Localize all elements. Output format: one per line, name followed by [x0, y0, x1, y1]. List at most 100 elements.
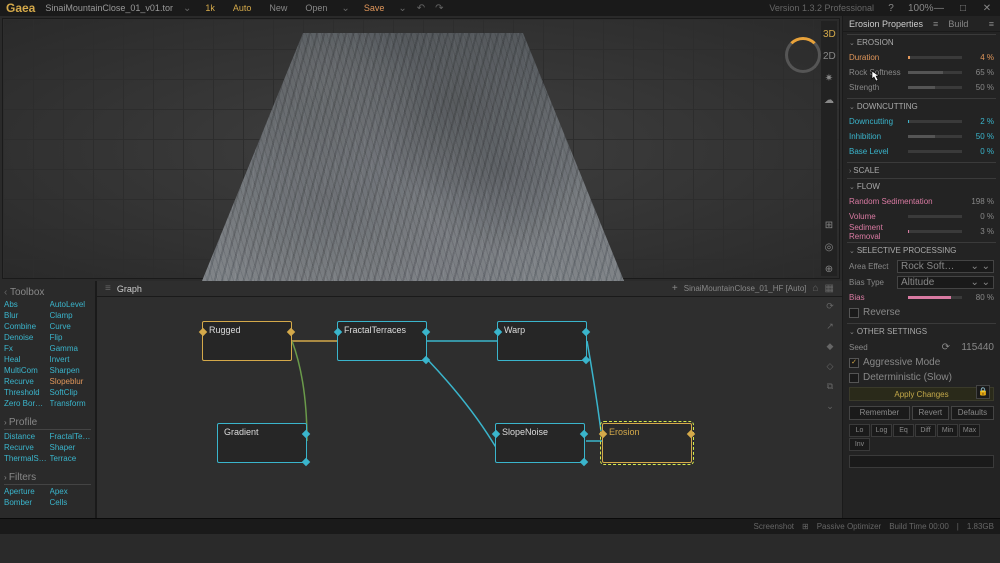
param-downcutting[interactable]: Downcutting: [849, 117, 904, 126]
toolbox-item[interactable]: Transform: [50, 399, 92, 409]
grid-toggle-button[interactable]: ⊞: [823, 220, 835, 232]
toolbox-item[interactable]: AutoLevel: [50, 300, 92, 310]
node-slopenoise[interactable]: SlopeNoise: [495, 423, 585, 463]
node-fractalterraces[interactable]: FractalTerraces: [337, 321, 427, 361]
param-baselevel[interactable]: Base Level: [849, 147, 904, 156]
toolbox-item[interactable]: Cells: [50, 498, 92, 508]
toolbox-item[interactable]: Distance: [4, 432, 46, 442]
param-rocksoftness[interactable]: Rock Softness: [849, 68, 904, 77]
redo-icon[interactable]: ↷: [435, 3, 443, 14]
mini-button-log[interactable]: Log: [871, 424, 892, 437]
list-icon[interactable]: ≡: [989, 19, 994, 29]
remember-button[interactable]: Remember: [849, 406, 910, 420]
section-other[interactable]: OTHER SETTINGS: [847, 323, 996, 339]
undo-icon[interactable]: ↶: [417, 3, 425, 14]
toolbox-item[interactable]: Terrace: [50, 454, 92, 464]
graph-tool-down[interactable]: ⌄: [824, 401, 836, 413]
toolbox-item[interactable]: Fx: [4, 344, 46, 354]
toolbox-item[interactable]: Heal: [4, 355, 46, 365]
param-volume[interactable]: Volume: [849, 212, 904, 221]
caret-icon[interactable]: ⌄: [183, 3, 191, 14]
maximize-button[interactable]: □: [956, 3, 970, 14]
graph-crumb[interactable]: SinaiMountainClose_01_HF [Auto]: [684, 284, 807, 293]
toolbox-item[interactable]: Slopeblur: [50, 377, 92, 387]
defaults-button[interactable]: Defaults: [951, 406, 994, 420]
new-button[interactable]: New: [265, 3, 291, 13]
screenshot-button[interactable]: Screenshot: [754, 522, 794, 531]
dropdown-areaeffect[interactable]: Rock Soft…⌄ ⌄: [897, 260, 994, 273]
toolbox-item[interactable]: SoftClip: [50, 388, 92, 398]
toolbox-item[interactable]: Curve: [50, 322, 92, 332]
zoom-label[interactable]: 100%: [908, 3, 922, 14]
seed-value[interactable]: 115440: [954, 342, 994, 353]
toolbox-item[interactable]: Threshold: [4, 388, 46, 398]
toolbox-item[interactable]: Sharpen: [50, 366, 92, 376]
node-graph[interactable]: ≡ Graph + SinaiMountainClose_01_HF [Auto…: [96, 281, 842, 518]
toolbox-item[interactable]: Denoise: [4, 333, 46, 343]
profile-section[interactable]: › Profile: [4, 417, 91, 430]
filters-section[interactable]: › Filters: [4, 472, 91, 485]
light-button[interactable]: ✷: [823, 73, 835, 85]
checkbox-aggressive[interactable]: ✓: [849, 358, 859, 368]
param-bias[interactable]: Bias: [849, 293, 904, 302]
toolbox-item[interactable]: Flip: [50, 333, 92, 343]
optimizer-label[interactable]: Passive Optimizer: [817, 522, 881, 531]
node-warp[interactable]: Warp: [497, 321, 587, 361]
param-sedrem[interactable]: Sediment Removal: [849, 223, 904, 241]
section-erosion[interactable]: EROSION: [847, 34, 996, 50]
randomize-icon[interactable]: ⟳: [942, 342, 950, 353]
graph-tool-out[interactable]: ↗: [824, 321, 836, 333]
node-gradient[interactable]: Gradient: [217, 423, 307, 463]
slider-empty[interactable]: [849, 455, 994, 468]
toolbox-item[interactable]: Bomber: [4, 498, 46, 508]
toolbox-item[interactable]: MultiCom: [4, 366, 46, 376]
graph-tool-sel[interactable]: ◇: [824, 361, 836, 373]
toolbox-item[interactable]: Abs: [4, 300, 46, 310]
param-inhibition[interactable]: Inhibition: [849, 132, 904, 141]
camera-button[interactable]: ◎: [823, 242, 835, 254]
lock-icon[interactable]: 🔒: [976, 385, 990, 399]
param-strength[interactable]: Strength: [849, 83, 904, 92]
home-icon[interactable]: ⌂: [813, 283, 819, 294]
mini-button-eq[interactable]: Eq: [893, 424, 914, 437]
mini-button-diff[interactable]: Diff: [915, 424, 936, 437]
toolbox-item[interactable]: Clamp: [50, 311, 92, 321]
toolbox-item[interactable]: FractalTe…: [50, 432, 92, 442]
auto-pill[interactable]: Auto: [229, 3, 256, 13]
build-tab[interactable]: Build: [948, 19, 968, 29]
graph-tool-pin[interactable]: ◆: [824, 341, 836, 353]
checkbox-reverse[interactable]: [849, 308, 859, 318]
section-flow[interactable]: FLOW: [847, 178, 996, 194]
revert-button[interactable]: Revert: [912, 406, 949, 420]
graph-tool-copy[interactable]: ⧉: [824, 381, 836, 393]
focus-button[interactable]: ⊕: [823, 264, 835, 276]
checkbox-deterministic[interactable]: [849, 373, 859, 383]
list-icon[interactable]: ≡: [933, 19, 938, 29]
toolbox-item[interactable]: Apex: [50, 487, 92, 497]
toolbox-item[interactable]: Blur: [4, 311, 46, 321]
minimize-button[interactable]: —: [932, 3, 946, 14]
optimizer-icon[interactable]: ⊞: [802, 522, 809, 531]
graph-menu-icon[interactable]: ≡: [105, 283, 111, 294]
toolbox-item[interactable]: Zero Bor…: [4, 399, 46, 409]
toolbox-item[interactable]: Invert: [50, 355, 92, 365]
toolbox-item[interactable]: Combine: [4, 322, 46, 332]
save-button[interactable]: Save: [360, 3, 389, 13]
grid-icon[interactable]: ▦: [825, 283, 834, 294]
toolbox-item[interactable]: Gamma: [50, 344, 92, 354]
toolbox-item[interactable]: Shaper: [50, 443, 92, 453]
mini-button-inv[interactable]: Inv: [849, 438, 870, 451]
section-selproc[interactable]: SELECTIVE PROCESSING: [847, 242, 996, 258]
help-button[interactable]: ?: [884, 3, 898, 14]
node-erosion[interactable]: Erosion: [602, 423, 692, 463]
atmosphere-button[interactable]: ☁: [823, 95, 835, 107]
apply-button[interactable]: Apply Changes: [849, 387, 994, 401]
toolbox-item[interactable]: Recurve: [4, 443, 46, 453]
param-duration[interactable]: Duration: [849, 53, 904, 62]
mini-button-lo[interactable]: Lo: [849, 424, 870, 437]
properties-tab[interactable]: Erosion Properties: [849, 19, 923, 29]
viewport-3d[interactable]: 3D 2D ✷ ☁ ⊞ ◎ ⊕: [2, 18, 840, 279]
toolbox-item[interactable]: Aperture: [4, 487, 46, 497]
mini-button-max[interactable]: Max: [959, 424, 980, 437]
toolbox-item[interactable]: Recurve: [4, 377, 46, 387]
